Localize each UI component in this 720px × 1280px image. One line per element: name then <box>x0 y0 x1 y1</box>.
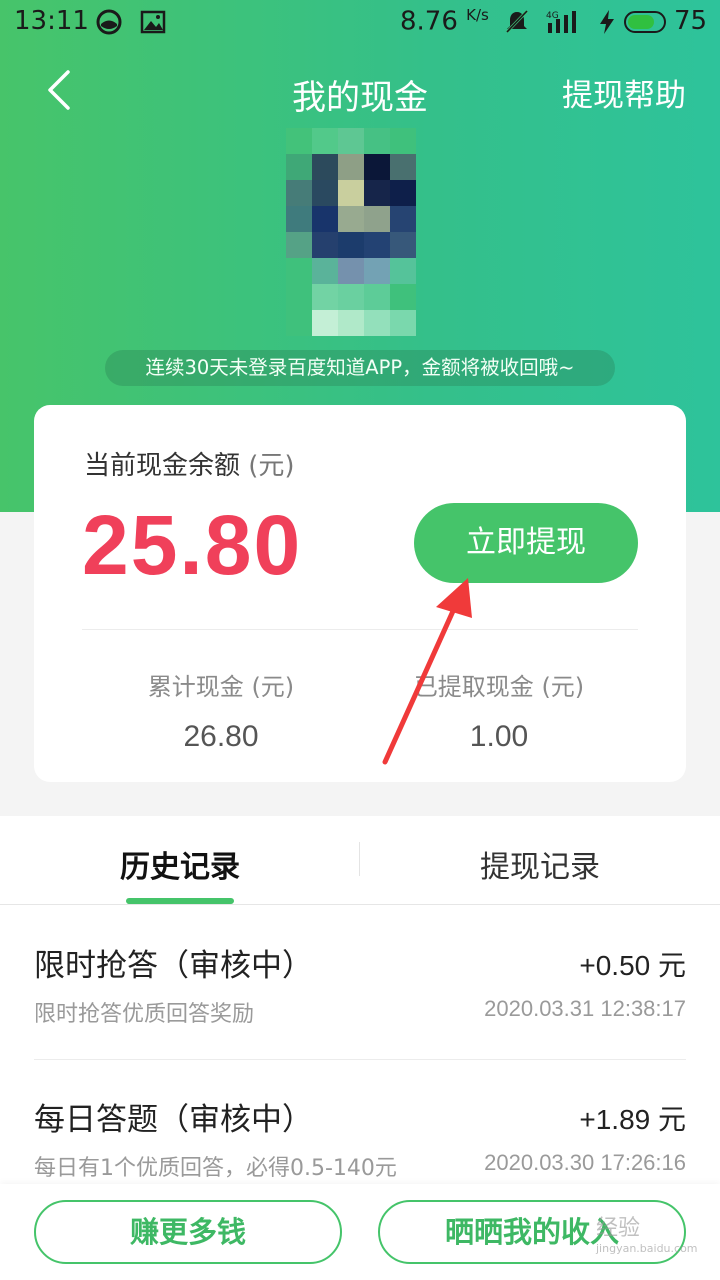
status-bar: 13:11 8.76 K/s 4G 75 <box>0 0 720 46</box>
balance-card: 当前现金余额 (元) 25.80 立即提现 累计现金 (元) 26.80 已提取… <box>34 405 686 782</box>
total-cash-label: 累计现金 (元) <box>147 673 295 701</box>
withdrawn-cash-label: 已提取现金 (元) <box>413 673 585 701</box>
withdraw-now-button[interactable]: 立即提现 <box>414 503 638 583</box>
record-description: 限时抢答优质回答奖励 <box>34 1002 255 1027</box>
avatar <box>286 128 416 338</box>
row-divider <box>34 1059 686 1060</box>
tab-bar-border <box>0 904 720 905</box>
total-cash-value: 26.80 <box>183 720 259 753</box>
expiry-notice: 连续30天未登录百度知道APP，金额将被收回哦~ <box>105 350 615 386</box>
tab-separator <box>359 842 360 876</box>
signal-icon: 4G <box>546 11 576 33</box>
battery-level: 75 <box>674 6 708 36</box>
card-divider <box>82 629 638 630</box>
earn-more-button[interactable]: 赚更多钱 <box>34 1200 342 1264</box>
record-amount: +1.89 元 <box>579 1104 686 1135</box>
withdrawn-cash-value: 1.00 <box>469 720 529 753</box>
tab-history[interactable]: 历史记录 <box>0 842 360 886</box>
withdraw-help-link[interactable]: 提现帮助 <box>562 70 686 115</box>
back-arrow-icon[interactable] <box>40 68 84 112</box>
gallery-icon <box>140 10 166 34</box>
record-time: 2020.03.31 12:38:17 <box>484 996 686 1021</box>
watermark: 经验 jingyan.baidu.com <box>596 1216 698 1255</box>
total-cash-stat: 累计现金 (元) 26.80 <box>61 667 381 754</box>
record-time: 2020.03.30 17:26:16 <box>484 1150 686 1175</box>
balance-label: 当前现金余额 (元) <box>84 451 295 481</box>
battery-icon <box>624 11 666 33</box>
tab-withdraw-records[interactable]: 提现记录 <box>360 842 720 886</box>
withdrawn-cash-stat: 已提取现金 (元) 1.00 <box>339 667 659 754</box>
status-time: 13:11 <box>14 6 89 36</box>
record-title: 限时抢答（审核中） <box>34 948 313 984</box>
mute-icon <box>505 9 529 34</box>
balance-amount: 25.80 <box>82 498 303 592</box>
browser-icon <box>96 9 122 35</box>
record-title: 每日答题（审核中） <box>34 1102 313 1138</box>
net-speed: 8.76 K/s <box>400 6 489 37</box>
charging-icon <box>600 10 614 34</box>
record-amount: +0.50 元 <box>579 950 686 981</box>
record-description: 每日有1个优质回答，必得0.5-140元 <box>34 1156 397 1181</box>
